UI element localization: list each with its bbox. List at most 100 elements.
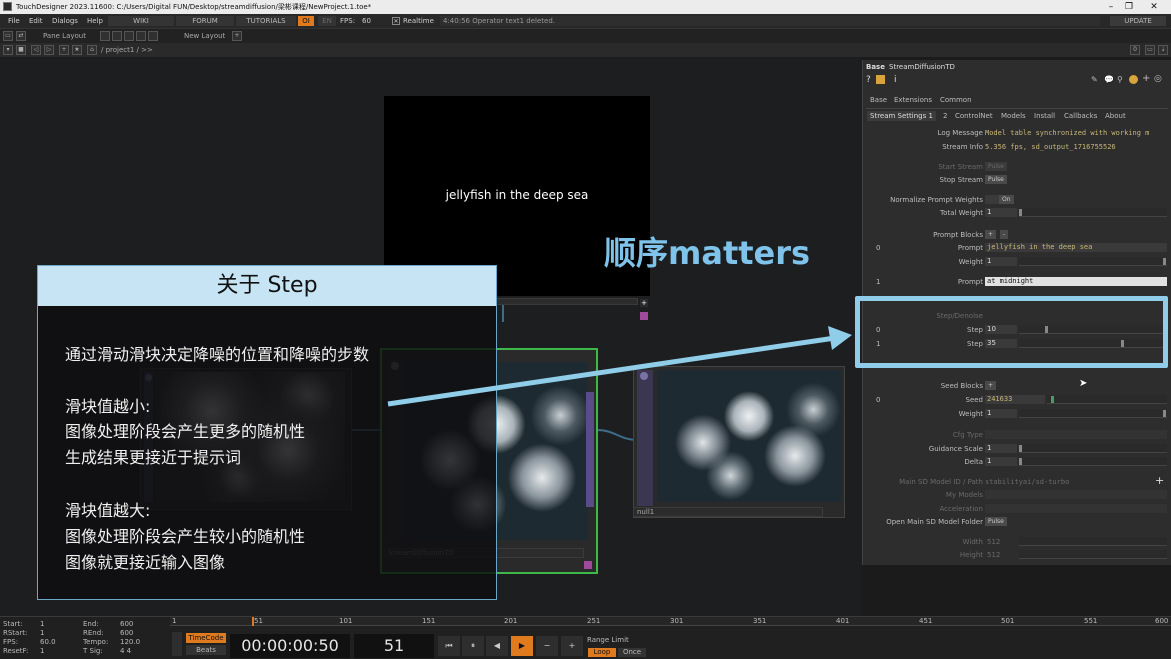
ruler-tick: 51 — [254, 617, 263, 625]
start-value[interactable]: 1 — [40, 620, 44, 628]
pause-icon[interactable]: ⏸ — [462, 636, 484, 656]
op-type: Base — [866, 63, 885, 71]
rewind-icon[interactable]: ⏮ — [438, 636, 460, 656]
beats-toggle[interactable]: Beats — [186, 645, 226, 655]
op-name[interactable]: StreamDiffusionTD — [889, 63, 955, 71]
normalize-toggle[interactable]: On — [999, 195, 1014, 204]
stop-stream-button[interactable]: Pulse — [985, 175, 1007, 184]
ruler-tick: 401 — [836, 617, 850, 625]
height-value[interactable]: 512 — [987, 551, 1000, 559]
prompt-label: Prompt — [957, 244, 983, 252]
frame-display[interactable]: 51 — [354, 634, 434, 658]
tab-callbacks[interactable]: Callbacks — [1064, 112, 1097, 120]
width-slider[interactable] — [1019, 537, 1167, 546]
color-icon[interactable] — [1129, 75, 1138, 84]
normalize-toggle-off[interactable] — [985, 195, 999, 204]
cfg-type-field[interactable] — [985, 430, 1167, 439]
tab-extensions[interactable]: Extensions — [894, 96, 932, 104]
timeline-bar: Start: 1 RStart: 1 FPS: 60.0 ResetF: 1 E… — [0, 616, 1171, 659]
help-icon[interactable]: ? — [866, 75, 871, 85]
delta-field[interactable]: 1 — [985, 457, 1017, 466]
once-toggle[interactable]: Once — [618, 648, 646, 657]
info-icon[interactable]: i — [894, 75, 897, 85]
guidance-scale-slider[interactable] — [1019, 444, 1167, 453]
seed-slider[interactable] — [1047, 395, 1167, 404]
minus-icon[interactable]: − — [536, 636, 558, 656]
delta-slider[interactable] — [1019, 457, 1167, 466]
playhead[interactable] — [252, 617, 254, 626]
open-model-folder-button[interactable]: Pulse — [985, 517, 1007, 526]
log-message-value: Model table synchronized with working m — [985, 129, 1150, 137]
tab-stream-settings-1[interactable]: Stream Settings 1 — [867, 111, 936, 121]
prompt-0-weight-field[interactable]: 1 — [985, 257, 1017, 266]
timecode-display[interactable]: 00:00:00:50 — [230, 634, 350, 658]
ruler-tick: 251 — [587, 617, 601, 625]
plus-icon[interactable]: + — [561, 636, 583, 656]
my-models-field[interactable] — [985, 490, 1167, 499]
rend-value[interactable]: 600 — [120, 629, 133, 637]
normalize-weights-label: Normalize Prompt Weights — [890, 196, 983, 204]
prompt-1-field[interactable]: at midnight — [985, 277, 1167, 286]
acceleration-label: Acceleration — [939, 505, 984, 513]
total-weight-field[interactable]: 1 — [985, 208, 1017, 217]
tab-controlnet[interactable]: ControlNet — [955, 112, 993, 120]
tab-base[interactable]: Base — [870, 96, 887, 104]
seed-add-button[interactable]: + — [985, 381, 997, 390]
tab-install[interactable]: Install — [1034, 112, 1055, 120]
ruler-tick: 1 — [172, 617, 177, 625]
weight-label: Weight — [958, 258, 983, 266]
width-value[interactable]: 512 — [987, 538, 1000, 546]
stream-info-value: 5.356 fps, sd_output_1716755526 — [985, 143, 1116, 151]
play-icon[interactable]: ▶ — [511, 636, 533, 656]
fps-value[interactable]: 60.0 — [40, 638, 56, 646]
seed-blocks-label: Seed Blocks — [940, 382, 983, 390]
tempo-value[interactable]: 120.0 — [120, 638, 140, 646]
end-value[interactable]: 600 — [120, 620, 133, 628]
rstart-label: RStart: — [3, 629, 28, 637]
python-icon[interactable] — [876, 75, 885, 84]
tab-divider — [866, 108, 1168, 109]
target-icon[interactable]: ◎ — [1154, 74, 1162, 84]
model-path-value[interactable]: stabilityai/sd-turbo — [985, 478, 1069, 486]
add-model-icon[interactable]: + — [1155, 474, 1164, 487]
pencil-icon[interactable]: ✎ — [1091, 75, 1098, 84]
timecode-toggle[interactable]: TimeCode — [186, 633, 226, 643]
order-matters-caption: 顺序matters — [604, 234, 811, 272]
tab-common[interactable]: Common — [940, 96, 972, 104]
log-message-label: Log Message — [937, 129, 983, 137]
seed-weight-field[interactable]: 1 — [985, 409, 1017, 418]
prompt-0-weight-slider[interactable] — [1019, 257, 1167, 266]
resetf-value[interactable]: 1 — [40, 647, 44, 655]
height-slider[interactable] — [1019, 550, 1167, 559]
seed-weight-label: Weight — [958, 410, 983, 418]
width-label: Width — [962, 538, 983, 546]
rstart-value[interactable]: 1 — [40, 629, 44, 637]
delta-label: Delta — [964, 458, 983, 466]
step-highlight-box — [855, 296, 1168, 368]
link-param-icon[interactable]: ⚲ — [1117, 75, 1123, 84]
add-param-icon[interactable]: + — [1142, 73, 1150, 84]
seed-field[interactable]: 241633 — [985, 395, 1045, 404]
comment-icon[interactable]: 💬 — [1104, 75, 1114, 84]
tsig-value[interactable]: 4 4 — [120, 647, 131, 655]
tab-about[interactable]: About — [1105, 112, 1126, 120]
seed-weight-slider[interactable] — [1019, 409, 1167, 418]
step-back-icon[interactable]: ◀ — [486, 636, 508, 656]
start-stream-button[interactable]: Pulse — [985, 162, 1007, 171]
tab-stream-settings-2[interactable]: 2 — [943, 112, 947, 120]
model-path-label: Main SD Model ID / Path — [899, 478, 983, 486]
acceleration-field[interactable] — [985, 504, 1167, 513]
ruler-tick: 451 — [919, 617, 933, 625]
prompt-label: Prompt — [957, 278, 983, 286]
prompt-remove-button[interactable]: - — [1000, 230, 1009, 239]
start-stream-label: Start Stream — [938, 163, 983, 171]
ruler-tick: 101 — [339, 617, 353, 625]
loop-toggle[interactable]: Loop — [588, 648, 616, 657]
stop-stream-label: Stop Stream — [939, 176, 983, 184]
prompt-add-button[interactable]: + — [985, 230, 997, 239]
guidance-scale-field[interactable]: 1 — [985, 444, 1017, 453]
total-weight-slider[interactable] — [1019, 208, 1167, 217]
lock-icon[interactable] — [172, 632, 182, 656]
prompt-0-field[interactable]: jellyfish in the deep sea — [985, 243, 1167, 252]
tab-models[interactable]: Models — [1001, 112, 1026, 120]
